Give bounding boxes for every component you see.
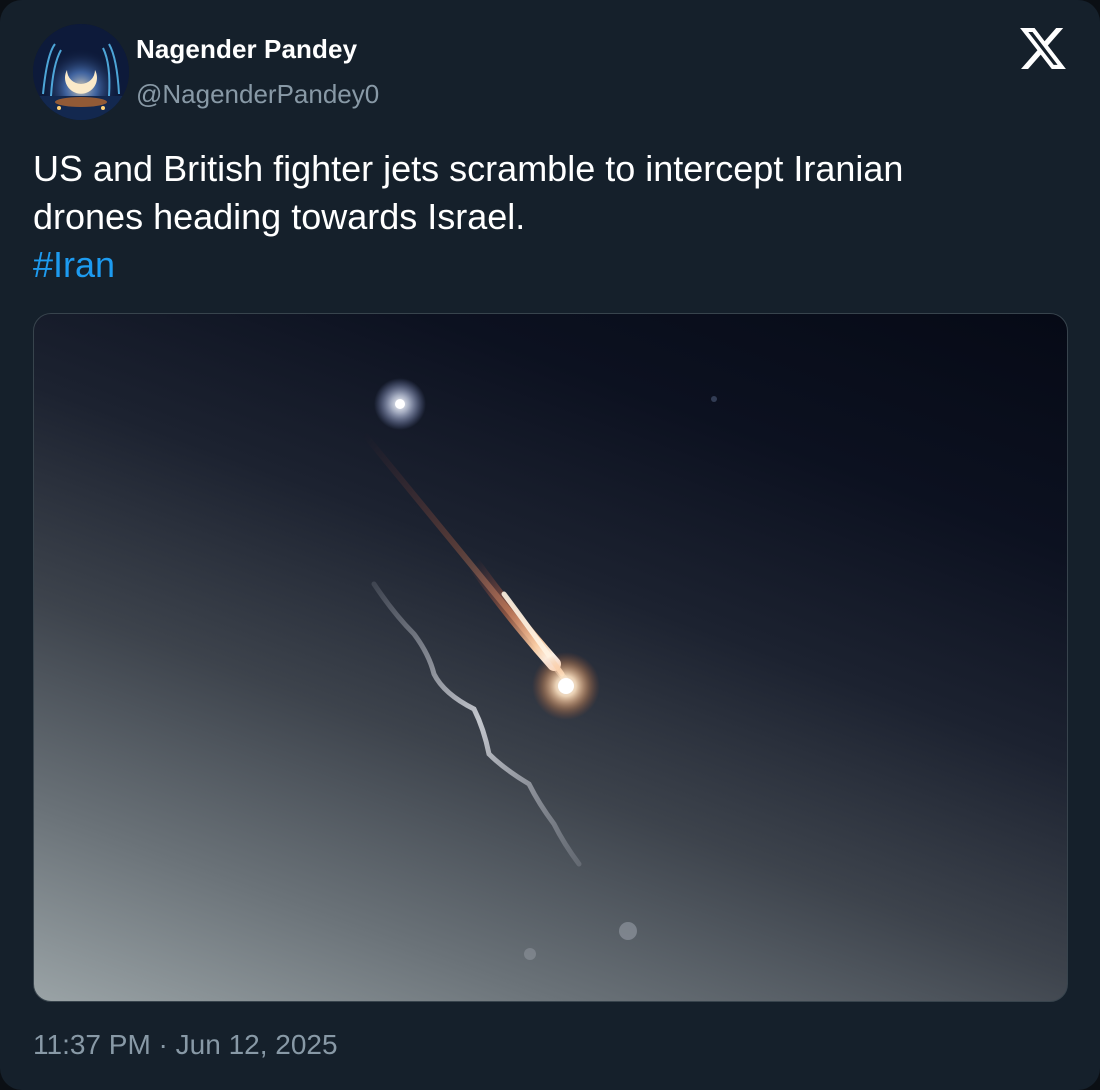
x-logo-icon[interactable] (1020, 28, 1066, 70)
tweet-text-line: US and British fighter jets scramble to … (33, 148, 904, 189)
hashtag-link[interactable]: #Iran (33, 241, 115, 289)
author-handle[interactable]: @NagenderPandey0 (136, 79, 379, 110)
tweet-timestamp[interactable]: 11:37 PM · Jun 12, 2025 (33, 1029, 338, 1061)
x-logo-glyph-icon (1020, 28, 1066, 70)
avatar-image-icon (33, 24, 129, 120)
author-display-name[interactable]: Nagender Pandey (136, 34, 357, 65)
night-sky-missile-photo (361, 378, 717, 960)
author-avatar[interactable] (33, 24, 129, 120)
tweet-text-line: drones heading towards Israel. (33, 196, 526, 237)
tweet-media-photo[interactable] (33, 313, 1068, 1002)
tweet-card[interactable]: Nagender Pandey @NagenderPandey0 US and … (0, 0, 1100, 1090)
tweet-text: US and British fighter jets scramble to … (33, 145, 1063, 289)
